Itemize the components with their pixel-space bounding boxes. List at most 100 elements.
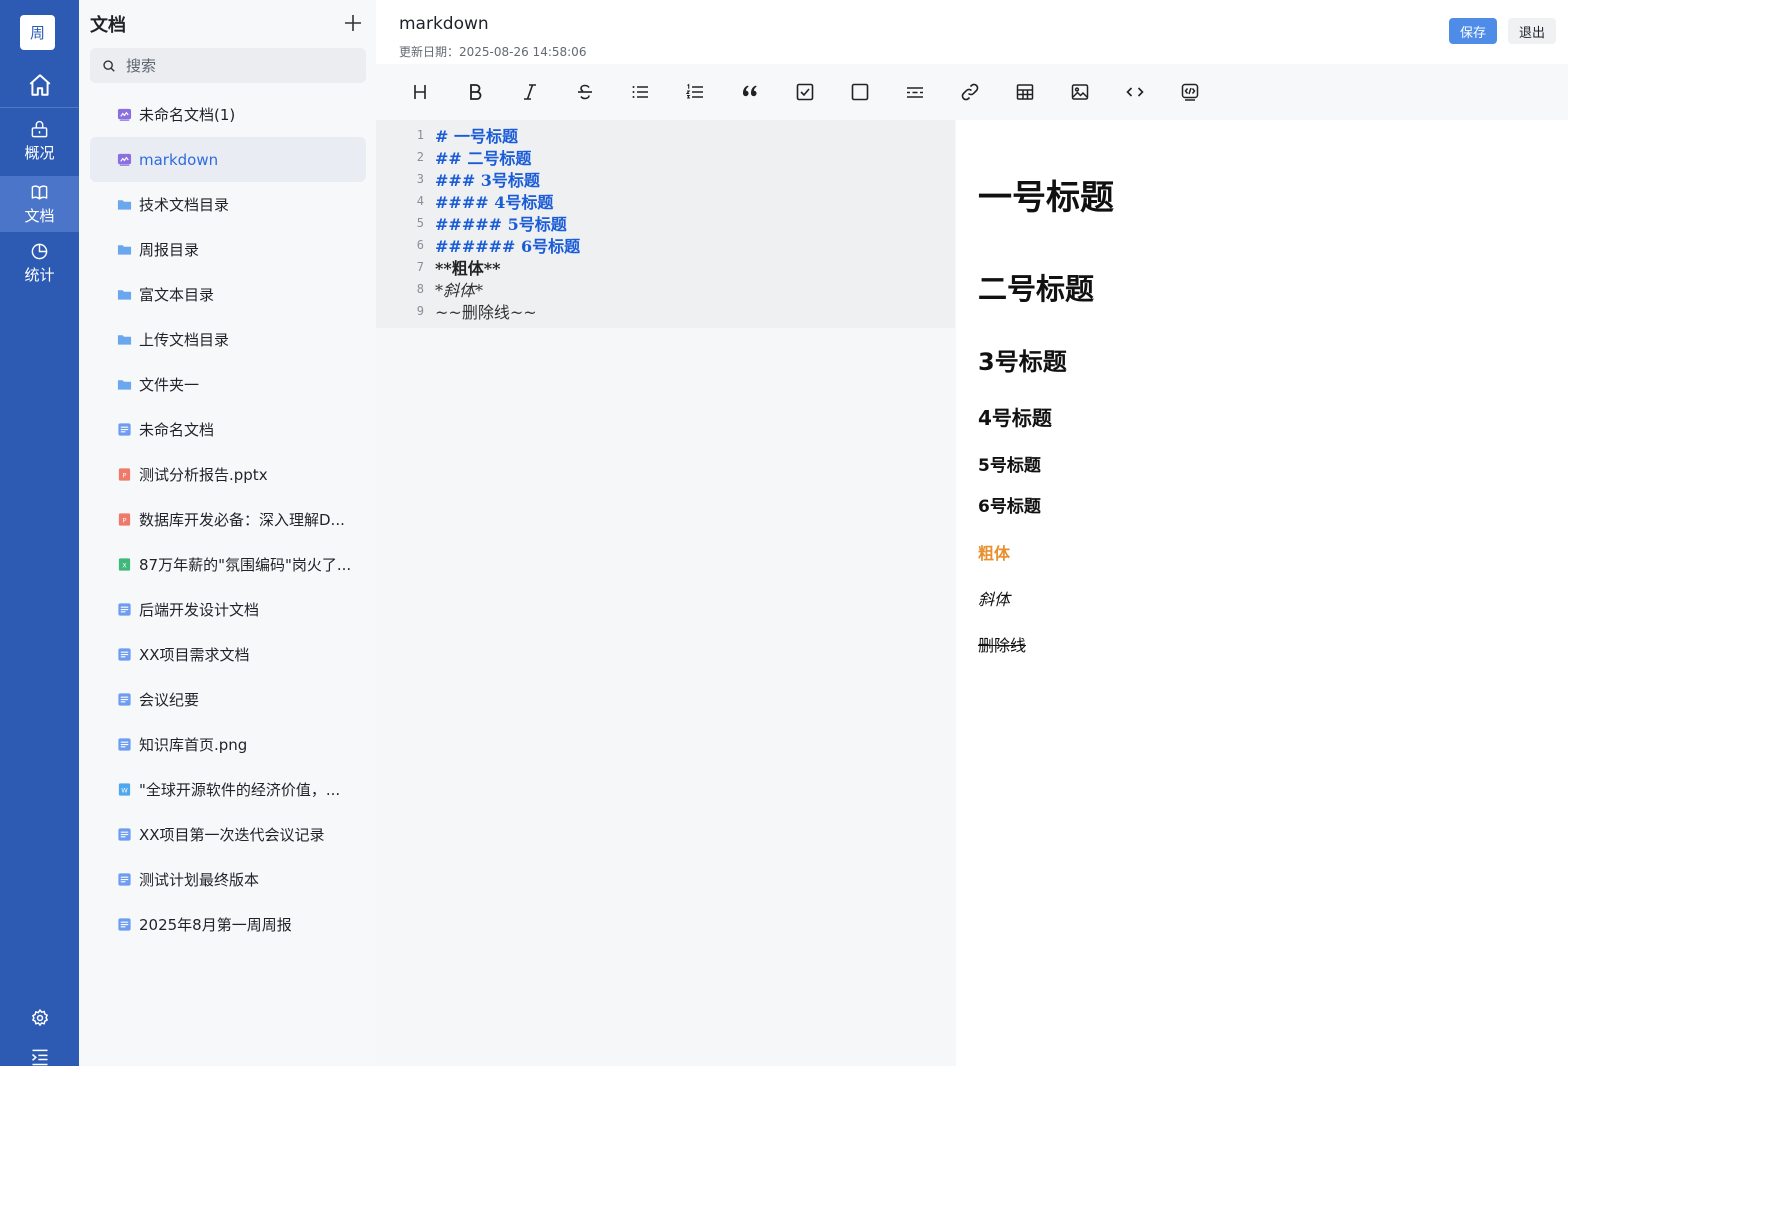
home-icon xyxy=(29,73,50,96)
code-line[interactable]: 4 #### 4号标题 xyxy=(376,190,955,212)
sidebar-doc-label: 会议纪要 xyxy=(139,691,200,709)
sidebar-doc-item[interactable]: 2025年8月第一周周报 xyxy=(90,902,366,947)
svg-text:X: X xyxy=(122,561,127,569)
search-box xyxy=(90,48,366,83)
code-line[interactable]: 5 ##### 5号标题 xyxy=(376,212,955,234)
strikethrough-button[interactable] xyxy=(570,77,600,107)
heading-button[interactable] xyxy=(405,77,435,107)
code-line[interactable]: 3 ### 3号标题 xyxy=(376,168,955,190)
code-line[interactable]: 7 **粗体** xyxy=(376,256,955,278)
sidebar-doc-item[interactable]: 技术文档目录 xyxy=(90,182,366,227)
sidebar-doc-item[interactable]: W "全球开源软件的经济价值，... xyxy=(90,767,366,812)
svg-text:P: P xyxy=(123,516,127,524)
inline-code-button[interactable] xyxy=(1120,77,1150,107)
sidebar-doc-item[interactable]: 测试计划最终版本 xyxy=(90,857,366,902)
code-line[interactable]: 9 ~~删除线~~ xyxy=(376,300,955,322)
table-button[interactable] xyxy=(1010,77,1040,107)
sidebar-doc-item[interactable]: 未命名文档 xyxy=(90,407,366,452)
main-nav: 周 概况 文档 统计 xyxy=(0,0,79,1066)
sidebar-doc-item[interactable]: 上传文档目录 xyxy=(90,317,366,362)
sidebar-doc-item[interactable]: 富文本目录 xyxy=(90,272,366,317)
sidebar-doc-label: 富文本目录 xyxy=(139,286,215,304)
line-text: ~~删除线~~ xyxy=(435,303,537,322)
svg-text:W: W xyxy=(121,786,128,794)
code-block-icon xyxy=(1181,83,1199,101)
image-button[interactable] xyxy=(1065,77,1095,107)
code-line[interactable]: 6 ###### 6号标题 xyxy=(376,234,955,256)
save-button[interactable]: 保存 xyxy=(1449,18,1497,44)
sidebar-doc-item[interactable]: 未命名文档(1) xyxy=(90,92,366,137)
nav-item-overview[interactable]: 概况 xyxy=(0,113,79,169)
sidebar-doc-item[interactable]: 文件夹一 xyxy=(90,362,366,407)
line-number: 4 xyxy=(416,194,424,208)
bullet-list-button[interactable] xyxy=(625,77,655,107)
link-button[interactable] xyxy=(955,77,985,107)
code-lines[interactable]: 1 # 一号标题 2 ## 二号标题 3 ### 3号标题 4 #### 4号标题 5 #####… xyxy=(376,120,955,328)
doc-icon xyxy=(117,917,132,932)
sidebar-doc-label: XX项目第一次迭代会议记录 xyxy=(139,826,325,844)
line-text: *斜体* xyxy=(435,281,484,300)
sidebar-doc-label: 后端开发设计文档 xyxy=(139,601,260,619)
nav-item-docs[interactable]: 文档 xyxy=(0,176,79,232)
ordered-list-button[interactable] xyxy=(680,77,710,107)
folder-icon xyxy=(117,332,132,347)
sidebar-doc-label: 文件夹一 xyxy=(139,376,200,394)
sidebar-doc-item[interactable]: X 87万年薪的"氛围编码"岗火了... xyxy=(90,542,366,587)
app-root: 周 概况 文档 统计 文档 未命名文档(1 xyxy=(0,0,1568,1066)
heading-icon xyxy=(414,85,426,99)
doc-list: 未命名文档(1) markdown 技术文档目录 周报目录富文本目录上传文档目录文件夹… xyxy=(90,92,366,947)
sidebar-doc-item[interactable]: XX项目需求文档 xyxy=(90,632,366,677)
line-text: ##### 5号标题 xyxy=(435,215,567,234)
sidebar-doc-item[interactable]: P 测试分析报告.pptx xyxy=(90,452,366,497)
doc-title: markdown xyxy=(399,14,489,34)
sidebar-doc-label: 测试计划最终版本 xyxy=(139,871,260,889)
line-text: ### 3号标题 xyxy=(435,171,540,190)
search-input[interactable] xyxy=(126,56,346,75)
doc-updated-date: 更新日期：2025-08-26 14:58:06 xyxy=(399,45,587,59)
sidebar-doc-label: XX项目需求文档 xyxy=(139,646,250,664)
horizontal-rule-button[interactable] xyxy=(900,77,930,107)
sidebar-doc-item[interactable]: 会议纪要 xyxy=(90,677,366,722)
collapse-menu-button[interactable] xyxy=(0,1048,79,1066)
code-line[interactable]: 8 *斜体* xyxy=(376,278,955,300)
task-list-button[interactable] xyxy=(790,77,820,107)
nav-item-label: 概况 xyxy=(24,143,55,162)
doc-icon xyxy=(117,602,132,617)
code-block-button[interactable] xyxy=(1175,77,1205,107)
markdown-editor[interactable]: 1 # 一号标题 2 ## 二号标题 3 ### 3号标题 4 #### 4号标题 5 #####… xyxy=(376,120,956,1066)
exit-button[interactable]: 退出 xyxy=(1508,18,1556,44)
doc-icon xyxy=(117,692,132,707)
settings-button[interactable] xyxy=(0,1008,79,1028)
menu-indent-icon xyxy=(31,1049,47,1066)
line-text: # 一号标题 xyxy=(435,127,518,146)
doc-sidebar: 文档 未命名文档(1) markdown 技术文档目录周报目录富文本目录上传文档目录… xyxy=(79,0,376,1066)
checkbox-empty-icon xyxy=(851,83,869,101)
avatar[interactable]: 周 xyxy=(20,15,55,50)
sidebar-doc-item[interactable]: markdown xyxy=(90,137,366,182)
preview-italic: 斜体 xyxy=(978,590,1011,609)
svg-text:P: P xyxy=(123,471,127,479)
code-line[interactable]: 1 # 一号标题 xyxy=(376,124,955,146)
folder-icon xyxy=(117,287,132,302)
checkbox-checked-icon xyxy=(796,83,814,101)
bold-button[interactable] xyxy=(460,77,490,107)
nav-home[interactable] xyxy=(0,62,79,108)
sidebar-doc-item[interactable]: XX项目第一次迭代会议记录 xyxy=(90,812,366,857)
nav-item-stats[interactable]: 统计 xyxy=(0,235,79,291)
image-icon xyxy=(1071,84,1089,100)
add-doc-button[interactable] xyxy=(342,12,364,34)
book-icon xyxy=(31,184,48,200)
ppt-icon: P xyxy=(117,512,132,527)
sidebar-doc-item[interactable]: 知识库首页.png xyxy=(90,722,366,767)
bold-icon xyxy=(470,84,482,100)
quote-button[interactable] xyxy=(735,77,765,107)
checkbox-button[interactable] xyxy=(845,77,875,107)
markdown-preview: 一号标题 二号标题 3号标题 4号标题 5号标题 6号标题 粗体 斜体 删除线 xyxy=(956,120,1568,1066)
italic-button[interactable] xyxy=(515,77,545,107)
sidebar-doc-item[interactable]: 周报目录 xyxy=(90,227,366,272)
line-number: 3 xyxy=(416,172,424,186)
sidebar-doc-item[interactable]: 后端开发设计文档 xyxy=(90,587,366,632)
sidebar-doc-item[interactable]: P 数据库开发必备：深入理解D... xyxy=(90,497,366,542)
code-line[interactable]: 2 ## 二号标题 xyxy=(376,146,955,168)
bullet-list-icon xyxy=(632,86,648,98)
